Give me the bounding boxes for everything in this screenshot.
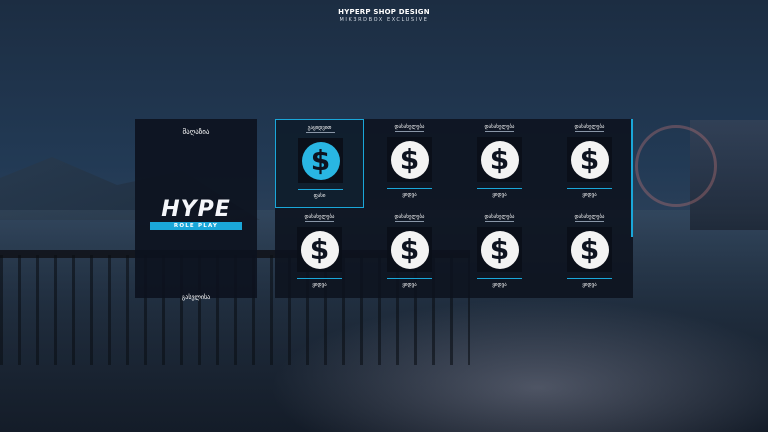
item-label: დასახელება	[304, 214, 335, 220]
dollar-coin-icon: $	[390, 140, 429, 179]
shop-item[interactable]: დასახელება $ ყიდვა	[365, 209, 454, 298]
item-label: დასახელება	[484, 214, 515, 220]
shop-item[interactable]: დასახელება $ ყიდვა	[275, 209, 364, 298]
item-label-underline	[575, 131, 604, 132]
item-divider	[298, 189, 343, 190]
exit-button[interactable]: გასვლისა	[135, 294, 257, 301]
item-buy-button[interactable]: ყიდვა	[455, 192, 544, 198]
dollar-coin-icon: $	[570, 230, 609, 269]
item-label-underline	[575, 221, 604, 222]
dollar-coin-icon: $	[390, 230, 429, 269]
logo-main-text: HYPE	[161, 197, 231, 222]
hype-logo: HYPE ROLE PLAY	[150, 199, 242, 230]
item-buy-button[interactable]: ფასი	[276, 193, 363, 199]
item-divider	[387, 188, 432, 189]
header-title: HYPERP SHOP DESIGN	[338, 8, 430, 16]
shop-item[interactable]: დასახელება $ ყიდვა	[455, 119, 544, 208]
item-divider	[477, 188, 522, 189]
dollar-coin-icon: $	[300, 230, 339, 269]
item-grid: გაყიდვით $ ფასი დასახელება $ ყიდვა დასახელება $…	[275, 119, 633, 298]
item-label: გაყიდვით	[307, 125, 332, 131]
item-divider	[567, 278, 612, 279]
item-label-underline	[395, 221, 424, 222]
item-buy-button[interactable]: ყიდვა	[545, 192, 634, 198]
item-buy-button[interactable]: ყიდვა	[275, 282, 364, 288]
item-label: დასახელება	[484, 124, 515, 130]
item-divider	[567, 188, 612, 189]
shop-item[interactable]: დასახელება $ ყიდვა	[455, 209, 544, 298]
header-subtitle: MIK3RDBOX EXCLUSIVE	[339, 17, 429, 23]
item-buy-button[interactable]: ყიდვა	[455, 282, 544, 288]
dollar-coin-icon: $	[570, 140, 609, 179]
background-ferris-wheel	[635, 125, 717, 207]
item-divider	[477, 278, 522, 279]
item-buy-button[interactable]: ყიდვა	[365, 282, 454, 288]
item-label-underline	[305, 221, 334, 222]
item-label: დასახელება	[394, 124, 425, 130]
item-label-underline	[485, 131, 514, 132]
dollar-coin-icon: $	[480, 230, 519, 269]
item-label: დასახელება	[574, 124, 605, 130]
item-label-underline	[485, 221, 514, 222]
item-divider	[297, 278, 342, 279]
item-buy-button[interactable]: ყიდვა	[545, 282, 634, 288]
shop-item[interactable]: დასახელება $ ყიდვა	[545, 209, 634, 298]
item-icon-box: $	[297, 227, 342, 272]
item-divider	[387, 278, 432, 279]
item-label-underline	[395, 131, 424, 132]
shop-info-panel: მაღაზია HYPE ROLE PLAY გასვლისა	[135, 119, 257, 301]
dollar-coin-icon: $	[480, 140, 519, 179]
item-label-underline	[306, 132, 335, 133]
item-icon-box: $	[477, 137, 522, 182]
shop-title: მაღაზია	[182, 128, 210, 136]
logo-sub-text: ROLE PLAY	[150, 222, 242, 230]
header: HYPERP SHOP DESIGN MIK3RDBOX EXCLUSIVE	[0, 8, 768, 23]
item-icon-box: $	[298, 138, 343, 183]
item-icon-box: $	[567, 137, 612, 182]
shop-item[interactable]: გაყიდვით $ ფასი	[275, 119, 364, 208]
dollar-coin-icon: $	[301, 141, 340, 180]
item-label: დასახელება	[574, 214, 605, 220]
item-buy-button[interactable]: ყიდვა	[365, 192, 454, 198]
shop-item[interactable]: დასახელება $ ყიდვა	[545, 119, 634, 208]
item-label: დასახელება	[394, 214, 425, 220]
item-icon-box: $	[387, 227, 432, 272]
grid-scrollbar[interactable]	[631, 119, 633, 237]
shop-item[interactable]: დასახელება $ ყიდვა	[365, 119, 454, 208]
item-icon-box: $	[477, 227, 522, 272]
item-icon-box: $	[567, 227, 612, 272]
item-icon-box: $	[387, 137, 432, 182]
